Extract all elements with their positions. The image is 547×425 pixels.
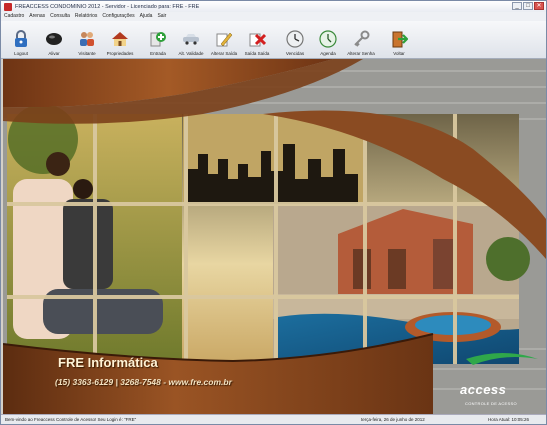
main-banner: FRE Informática (15) 3363-6129 | 3268-75…: [3, 59, 546, 414]
status-date: terça-feira, 26 de junho de 2012: [361, 417, 425, 422]
menu-relatorios[interactable]: Relatórios: [75, 12, 98, 21]
toolbar: Logout Alivar Visitante Propriedades Ent…: [1, 21, 546, 59]
alt-validade-button[interactable]: Alt. Validade: [175, 23, 207, 56]
alterar-senha-label: Alterar Senha: [347, 51, 375, 56]
app-logo-icon: [4, 2, 12, 11]
exit-door-icon: [390, 30, 408, 48]
access-logo-text: access: [460, 382, 507, 397]
alivar-label: Alivar: [48, 51, 60, 56]
menu-consulta[interactable]: Consulta: [50, 12, 70, 21]
green-plus-entry-icon: [149, 30, 167, 48]
vencidas-label: Vencidas: [285, 51, 305, 56]
entrada-button[interactable]: Entrada: [142, 23, 174, 56]
status-time: Hora Atual: 10:05:26: [488, 417, 530, 422]
status-bar: Bem-vindo ao Freaccess Controle de Acess…: [1, 414, 546, 424]
key-password-icon: [352, 30, 370, 48]
visitante-label: Visitante: [78, 51, 96, 56]
app-window: FREACCESS CONDOMINIO 2012 - Servidor - L…: [0, 0, 547, 425]
red-x-exit-icon: [248, 30, 266, 48]
house-pool-photo: [273, 204, 530, 364]
menu-cadastro[interactable]: Cadastro: [4, 12, 24, 21]
close-button[interactable]: ✕: [534, 2, 544, 10]
visitante-button[interactable]: Visitante: [71, 23, 103, 56]
agenda-button[interactable]: Agenda: [312, 23, 344, 56]
menu-sair[interactable]: Sair: [157, 12, 166, 21]
voltar-button[interactable]: Voltar: [383, 23, 415, 56]
title-bar: FREACCESS CONDOMINIO 2012 - Servidor - L…: [1, 1, 546, 12]
pencil-edit-icon: [215, 30, 233, 48]
alterar-saida-label: Alterar Saída: [210, 51, 238, 56]
visitor-people-icon: [78, 30, 96, 48]
saida-saida-button[interactable]: Saída Saída: [241, 23, 273, 56]
entrada-label: Entrada: [150, 51, 166, 56]
alt-validade-label: Alt. Validade: [178, 51, 204, 56]
menu-ajuda[interactable]: Ajuda: [140, 12, 153, 21]
clock-agenda-icon: [319, 30, 337, 48]
minimize-button[interactable]: _: [512, 2, 522, 10]
voltar-label: Voltar: [393, 51, 405, 56]
menu-arenas[interactable]: Arenas: [29, 12, 45, 21]
company-name: FRE Informática: [58, 355, 158, 370]
maximize-button[interactable]: □: [523, 2, 533, 10]
saida-saida-label: Saída Saída: [244, 51, 270, 56]
propriedades-button[interactable]: Propriedades: [104, 23, 136, 56]
car-validity-icon: [182, 30, 200, 48]
house-icon: [111, 30, 129, 48]
vencidas-button[interactable]: Vencidas: [279, 23, 311, 56]
access-logo-subtitle: CONTROLE DE ACESSO: [465, 401, 517, 406]
propriedades-label: Propriedades: [106, 51, 134, 56]
window-title: FREACCESS CONDOMINIO 2012 - Servidor - L…: [15, 3, 200, 10]
alivar-button[interactable]: Alivar: [38, 23, 70, 56]
agenda-label: Agenda: [320, 51, 336, 56]
clock-expired-icon: [286, 30, 304, 48]
menu-configuracoes[interactable]: Configurações: [102, 12, 134, 21]
status-welcome: Bem-vindo ao Freaccess Controle de Acess…: [5, 417, 137, 422]
window-controls: _ □ ✕: [512, 2, 544, 10]
alterar-saida-button[interactable]: Alterar Saída: [208, 23, 240, 56]
logout-label: Logout: [14, 51, 28, 56]
black-device-icon: [45, 30, 63, 48]
company-contact: (15) 3363-6129 | 3268-7548 - www.fre.com…: [55, 377, 232, 387]
alterar-senha-button[interactable]: Alterar Senha: [345, 23, 377, 56]
logout-button[interactable]: Logout: [5, 23, 37, 56]
padlock-icon: [12, 30, 30, 48]
menu-bar: Cadastro Arenas Consulta Relatórios Conf…: [1, 12, 546, 21]
